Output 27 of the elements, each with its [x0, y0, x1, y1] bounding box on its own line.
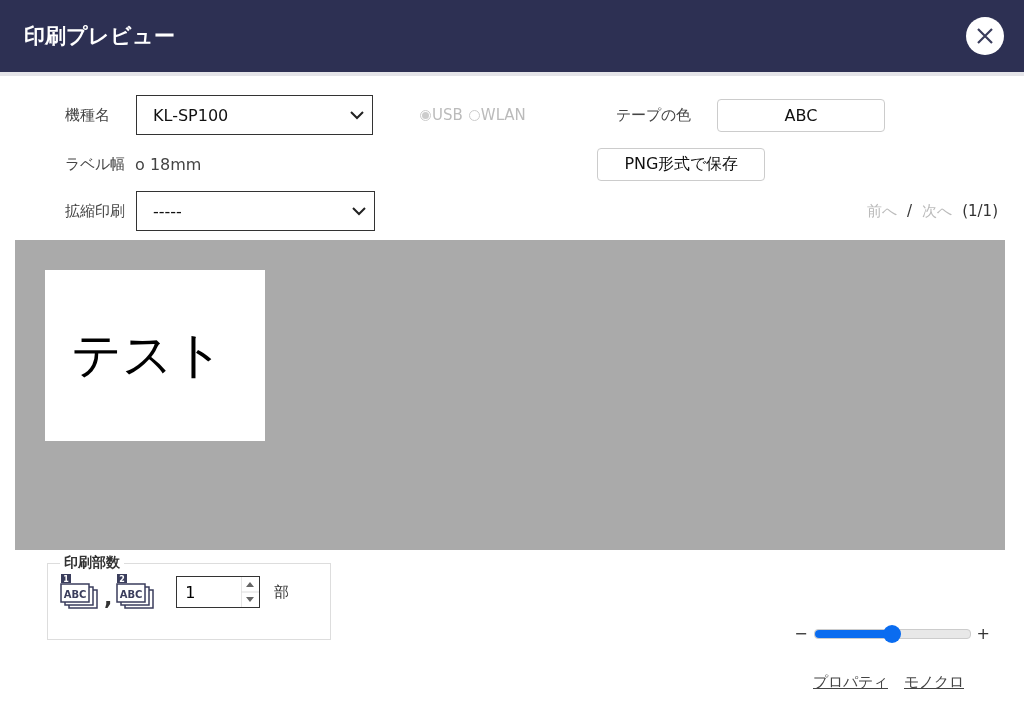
spinner-arrows-icon	[241, 577, 260, 607]
window-title: 印刷プレビュー	[24, 23, 175, 50]
scale-select[interactable]: -----	[136, 191, 375, 231]
field-label: 拡縮印刷	[65, 201, 126, 221]
pager-separator: /	[907, 202, 913, 220]
unit-label: 部	[274, 582, 290, 602]
field-label: テープの色	[616, 105, 692, 125]
page-count: (1/1)	[962, 202, 998, 220]
tape-color-button[interactable]: ABC	[717, 98, 885, 132]
field-label: ラベル幅	[65, 154, 125, 174]
field-label: 機種名	[65, 105, 111, 125]
copies-input[interactable]: 1	[176, 576, 261, 608]
slider-thumb[interactable]	[883, 624, 902, 643]
close-icon	[976, 27, 994, 45]
zoom-in-label: +	[976, 624, 990, 643]
zoom-out-label: −	[794, 624, 808, 643]
separator-text: ,	[104, 585, 113, 610]
model-select[interactable]: KL-SP100	[136, 95, 373, 135]
text-link[interactable]: プロパティ	[813, 673, 888, 692]
close-button[interactable]	[966, 17, 1004, 55]
chevron-down-icon	[352, 206, 366, 216]
label-preview: テスト	[45, 270, 265, 441]
chevron-down-icon	[350, 110, 364, 120]
save-png-button[interactable]: PNG形式で保存	[597, 147, 766, 181]
group-legend: 印刷部数	[60, 554, 124, 572]
label-width-value: o 18mm	[135, 154, 202, 174]
text-link[interactable]: モノクロ	[904, 673, 964, 692]
